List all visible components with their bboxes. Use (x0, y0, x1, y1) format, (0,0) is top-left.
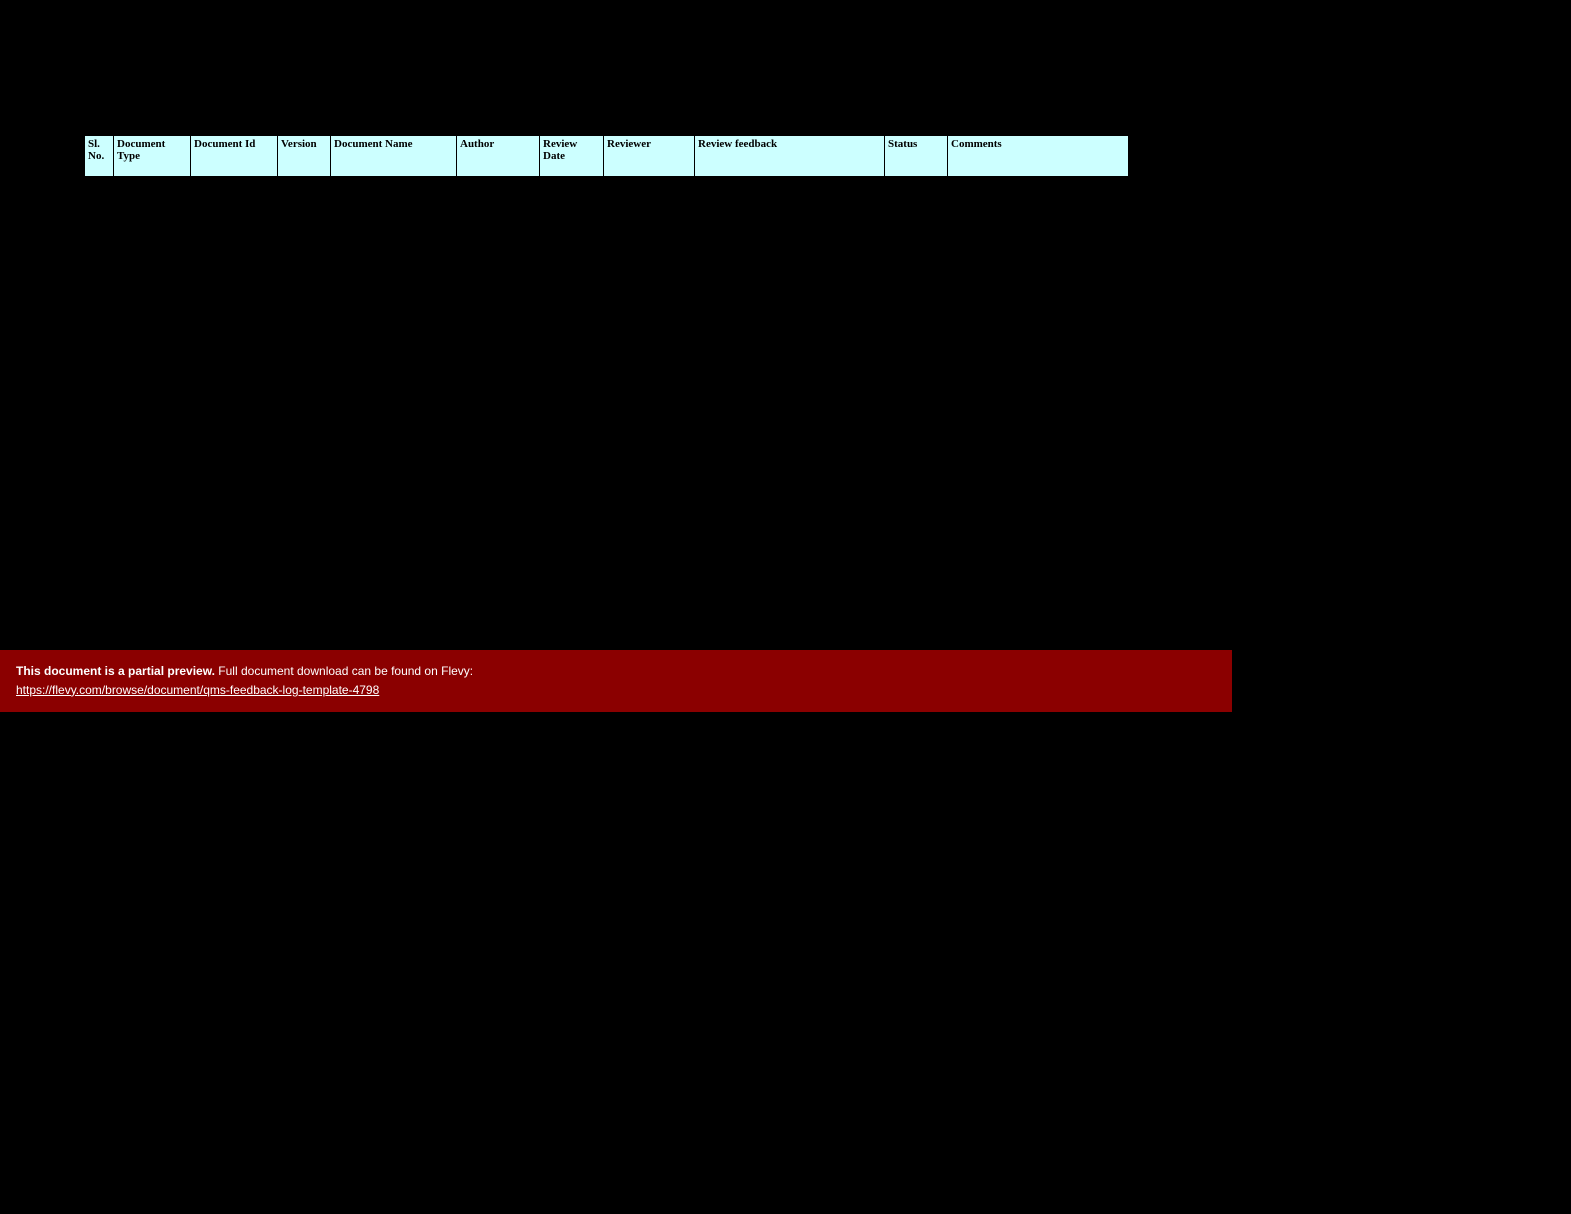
col-header-reviewer: Reviewer (604, 136, 695, 177)
preview-banner-line1: This document is a partial preview. Full… (16, 663, 1216, 680)
preview-banner-link[interactable]: https://flevy.com/browse/document/qms-fe… (16, 683, 379, 697)
preview-banner: This document is a partial preview. Full… (0, 650, 1232, 712)
col-header-document-id: Document Id (191, 136, 278, 177)
document-preview-page: Sl. No. Document Type Document Id Versio… (0, 0, 1232, 946)
col-header-status: Status (885, 136, 948, 177)
col-header-version: Version (278, 136, 331, 177)
col-header-document-name: Document Name (331, 136, 457, 177)
preview-banner-strong: This document is a partial preview. (16, 664, 215, 678)
col-header-document-type: Document Type (114, 136, 191, 177)
col-header-review-date: Review Date (540, 136, 604, 177)
preview-banner-rest: Full document download can be found on F… (218, 664, 473, 678)
table-header-row: Sl. No. Document Type Document Id Versio… (85, 136, 1129, 177)
col-header-review-feedback: Review feedback (695, 136, 885, 177)
col-header-author: Author (457, 136, 540, 177)
col-header-sl-no: Sl. No. (85, 136, 114, 177)
col-header-comments: Comments (948, 136, 1129, 177)
feedback-log-table: Sl. No. Document Type Document Id Versio… (84, 135, 1129, 177)
